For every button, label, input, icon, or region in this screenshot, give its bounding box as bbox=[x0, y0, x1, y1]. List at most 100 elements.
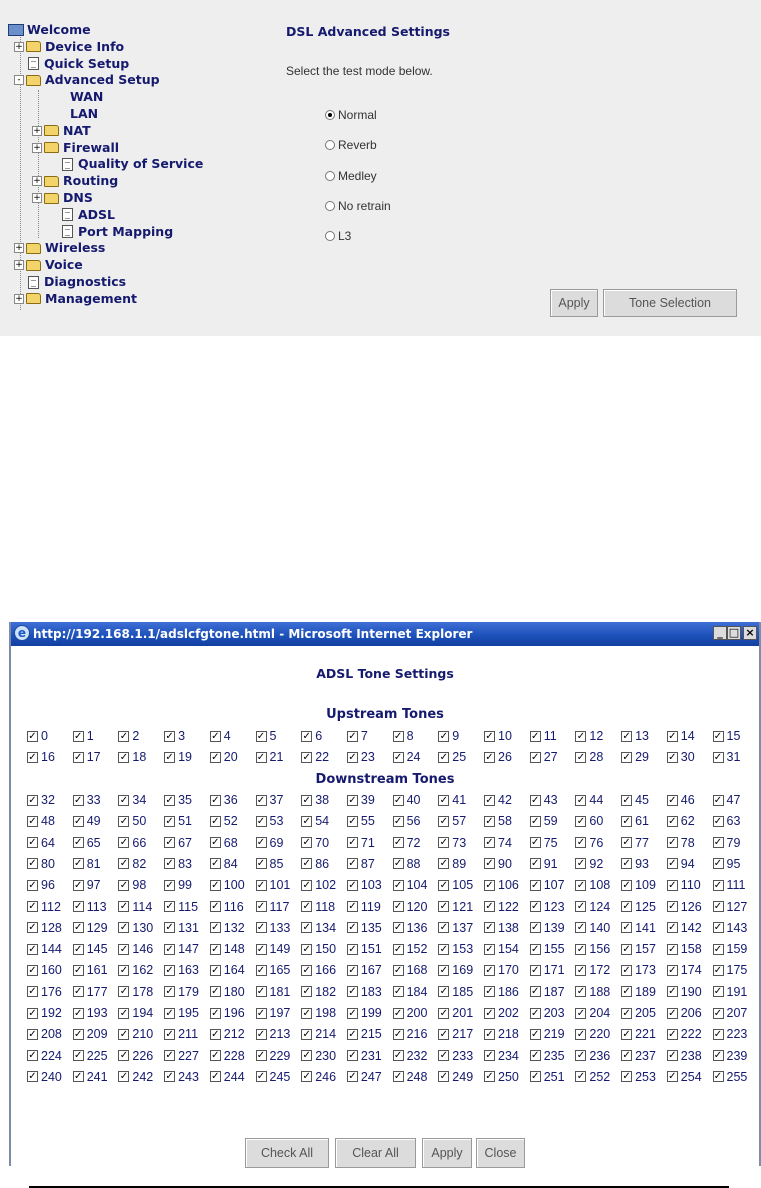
tone-checkbox-141[interactable]: 141 bbox=[621, 920, 656, 936]
checkbox-checked-icon[interactable] bbox=[255, 1007, 267, 1019]
checkbox-checked-icon[interactable] bbox=[666, 1007, 678, 1019]
tone-checkbox-31[interactable]: 31 bbox=[712, 749, 740, 765]
checkbox-checked-icon[interactable] bbox=[438, 1028, 450, 1040]
tone-checkbox-21[interactable]: 21 bbox=[255, 749, 283, 765]
checkbox-checked-icon[interactable] bbox=[118, 922, 130, 934]
checkbox-checked-icon[interactable] bbox=[209, 751, 221, 763]
tone-checkbox-132[interactable]: 132 bbox=[209, 920, 245, 936]
tone-checkbox-131[interactable]: 131 bbox=[164, 920, 199, 936]
checkbox-checked-icon[interactable] bbox=[27, 1007, 38, 1019]
nav-item-routing[interactable]: + Routing bbox=[32, 173, 118, 189]
checkbox-checked-icon[interactable] bbox=[255, 858, 267, 870]
checkbox-checked-icon[interactable] bbox=[575, 794, 587, 806]
expand-icon[interactable]: + bbox=[32, 193, 42, 203]
tone-checkbox-82[interactable]: 82 bbox=[118, 856, 146, 872]
checkbox-checked-icon[interactable] bbox=[712, 730, 724, 742]
tone-checkbox-11[interactable]: 11 bbox=[529, 728, 557, 744]
tone-checkbox-28[interactable]: 28 bbox=[575, 749, 603, 765]
checkbox-checked-icon[interactable] bbox=[118, 730, 130, 742]
checkbox-checked-icon[interactable] bbox=[712, 858, 724, 870]
tone-checkbox-94[interactable]: 94 bbox=[666, 856, 695, 872]
expand-icon[interactable]: + bbox=[32, 176, 42, 187]
tone-checkbox-60[interactable]: 60 bbox=[575, 813, 603, 829]
nav-item-dns[interactable]: + DNS bbox=[32, 190, 93, 206]
checkbox-checked-icon[interactable] bbox=[438, 1050, 450, 1062]
checkbox-checked-icon[interactable] bbox=[209, 815, 221, 827]
tone-checkbox-181[interactable]: 181 bbox=[255, 984, 290, 1000]
tone-checkbox-9[interactable]: 9 bbox=[438, 728, 459, 744]
checkbox-checked-icon[interactable] bbox=[72, 879, 84, 891]
checkbox-checked-icon[interactable] bbox=[392, 837, 404, 849]
tone-checkbox-124[interactable]: 124 bbox=[575, 899, 610, 915]
checkbox-checked-icon[interactable] bbox=[575, 858, 587, 870]
tone-checkbox-120[interactable]: 120 bbox=[392, 899, 427, 915]
tone-checkbox-133[interactable]: 133 bbox=[255, 920, 290, 936]
clear-all-button[interactable]: Clear All bbox=[335, 1138, 416, 1168]
checkbox-checked-icon[interactable] bbox=[255, 922, 267, 934]
expand-icon[interactable]: + bbox=[14, 293, 24, 304]
tone-checkbox-38[interactable]: 38 bbox=[301, 792, 329, 808]
checkbox-checked-icon[interactable] bbox=[484, 1071, 495, 1083]
checkbox-checked-icon[interactable] bbox=[72, 1071, 84, 1083]
checkbox-checked-icon[interactable] bbox=[712, 751, 724, 763]
checkbox-checked-icon[interactable] bbox=[164, 794, 176, 806]
tone-checkbox-210[interactable]: 210 bbox=[118, 1026, 153, 1042]
tone-checkbox-129[interactable]: 129 bbox=[72, 920, 108, 936]
tone-checkbox-47[interactable]: 47 bbox=[712, 792, 740, 808]
checkbox-checked-icon[interactable] bbox=[346, 964, 358, 976]
checkbox-checked-icon[interactable] bbox=[118, 964, 130, 976]
checkbox-checked-icon[interactable] bbox=[118, 815, 130, 827]
tone-checkbox-37[interactable]: 37 bbox=[255, 792, 283, 808]
tone-checkbox-211[interactable]: 211 bbox=[164, 1026, 198, 1042]
checkbox-checked-icon[interactable] bbox=[209, 943, 221, 955]
tone-checkbox-36[interactable]: 36 bbox=[209, 792, 238, 808]
checkbox-checked-icon[interactable] bbox=[301, 794, 313, 806]
tone-checkbox-151[interactable]: 151 bbox=[346, 941, 382, 957]
checkbox-checked-icon[interactable] bbox=[438, 943, 450, 955]
checkbox-checked-icon[interactable] bbox=[346, 1050, 358, 1062]
tone-checkbox-164[interactable]: 164 bbox=[209, 962, 245, 978]
checkbox-checked-icon[interactable] bbox=[301, 730, 313, 742]
tone-checkbox-244[interactable]: 244 bbox=[209, 1069, 245, 1085]
tone-checkbox-149[interactable]: 149 bbox=[255, 941, 290, 957]
tone-checkbox-240[interactable]: 240 bbox=[27, 1069, 62, 1085]
tone-checkbox-156[interactable]: 156 bbox=[575, 941, 610, 957]
checkbox-checked-icon[interactable] bbox=[575, 1007, 587, 1019]
checkbox-checked-icon[interactable] bbox=[301, 815, 313, 827]
tone-checkbox-228[interactable]: 228 bbox=[209, 1048, 245, 1064]
checkbox-checked-icon[interactable] bbox=[529, 815, 541, 827]
tone-selection-button[interactable]: Tone Selection bbox=[603, 289, 737, 317]
tone-checkbox-5[interactable]: 5 bbox=[255, 728, 276, 744]
tone-checkbox-238[interactable]: 238 bbox=[666, 1048, 702, 1064]
tone-checkbox-18[interactable]: 18 bbox=[118, 749, 146, 765]
tone-checkbox-14[interactable]: 14 bbox=[666, 728, 695, 744]
tone-checkbox-67[interactable]: 67 bbox=[164, 835, 192, 851]
checkbox-checked-icon[interactable] bbox=[621, 1071, 633, 1083]
tone-checkbox-45[interactable]: 45 bbox=[621, 792, 649, 808]
tone-checkbox-251[interactable]: 251 bbox=[529, 1069, 565, 1085]
nav-item-advanced-setup[interactable]: - Advanced Setup bbox=[14, 72, 160, 88]
checkbox-checked-icon[interactable] bbox=[118, 1050, 130, 1062]
tone-checkbox-79[interactable]: 79 bbox=[712, 835, 740, 851]
checkbox-checked-icon[interactable] bbox=[255, 964, 267, 976]
tone-checkbox-96[interactable]: 96 bbox=[27, 877, 55, 893]
checkbox-checked-icon[interactable] bbox=[575, 879, 587, 891]
tone-checkbox-93[interactable]: 93 bbox=[621, 856, 649, 872]
tone-checkbox-23[interactable]: 23 bbox=[346, 749, 375, 765]
tone-checkbox-185[interactable]: 185 bbox=[438, 984, 473, 1000]
expand-icon[interactable]: + bbox=[14, 243, 24, 254]
tone-checkbox-252[interactable]: 252 bbox=[575, 1069, 610, 1085]
checkbox-checked-icon[interactable] bbox=[27, 879, 38, 891]
checkbox-checked-icon[interactable] bbox=[72, 858, 84, 870]
checkbox-checked-icon[interactable] bbox=[529, 751, 541, 763]
tone-checkbox-71[interactable]: 71 bbox=[346, 835, 375, 851]
tone-checkbox-53[interactable]: 53 bbox=[255, 813, 283, 829]
tone-checkbox-222[interactable]: 222 bbox=[666, 1026, 702, 1042]
tone-checkbox-41[interactable]: 41 bbox=[438, 792, 466, 808]
tone-checkbox-13[interactable]: 13 bbox=[621, 728, 649, 744]
checkbox-checked-icon[interactable] bbox=[484, 1007, 495, 1019]
checkbox-checked-icon[interactable] bbox=[27, 1050, 38, 1062]
checkbox-checked-icon[interactable] bbox=[72, 1007, 84, 1019]
checkbox-checked-icon[interactable] bbox=[346, 879, 358, 891]
checkbox-checked-icon[interactable] bbox=[621, 879, 633, 891]
